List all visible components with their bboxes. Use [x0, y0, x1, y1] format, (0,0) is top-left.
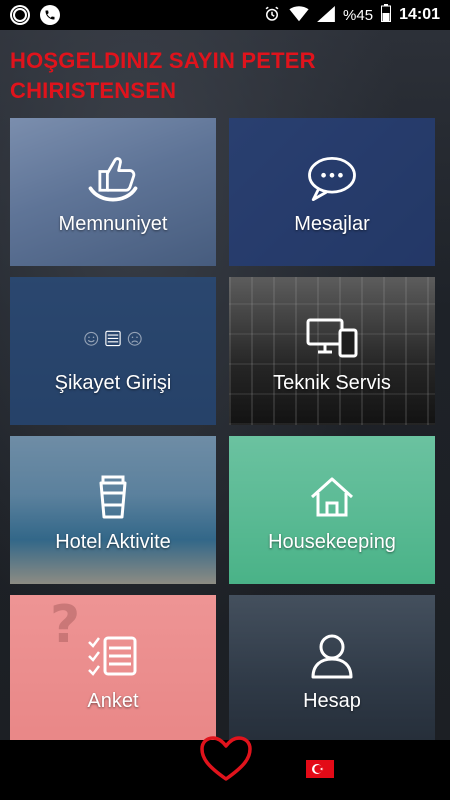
- thumbs-up-smile-icon: [83, 149, 143, 209]
- turkey-flag-icon[interactable]: [306, 760, 334, 778]
- battery-icon: [381, 4, 392, 26]
- checklist-icon: [83, 626, 143, 686]
- tile-hotel-aktivite[interactable]: Hotel Aktivite: [10, 436, 216, 584]
- tile-hesap[interactable]: Hesap: [229, 595, 435, 743]
- tile-teknik-servis[interactable]: Teknik Servis: [229, 277, 435, 425]
- tile-label: Mesajlar: [294, 212, 370, 235]
- tile-label: Teknik Servis: [273, 371, 391, 394]
- greeting-title: HOŞGELDINIZ SAYIN PETER CHIRISTENSEN: [10, 48, 316, 103]
- tile-label: Memnuniyet: [58, 212, 168, 235]
- wifi-icon: [289, 5, 309, 25]
- complaint-form-icon: [83, 308, 143, 368]
- tile-label: Housekeeping: [268, 530, 396, 553]
- user-icon: [302, 626, 362, 686]
- home-icon: [302, 467, 362, 527]
- tile-mesajlar[interactable]: Mesajlar: [229, 118, 435, 266]
- battery-level: %45: [343, 6, 374, 24]
- tile-label: Hotel Aktivite: [55, 530, 171, 553]
- tile-housekeeping[interactable]: Housekeeping: [229, 436, 435, 584]
- tile-memnuniyet[interactable]: Memnuniyet: [10, 118, 216, 266]
- clock: 14:01: [399, 6, 440, 23]
- status-bar: %45 14:01: [0, 0, 450, 30]
- coffee-cup-icon: [83, 467, 143, 527]
- signal-icon: [317, 5, 335, 25]
- tile-label: Anket: [87, 689, 139, 712]
- chat-bubble-icon: [302, 149, 362, 209]
- tile-label: Hesap: [303, 689, 361, 712]
- tile-sikayet-girisi[interactable]: Şikayet Girişi: [10, 277, 216, 425]
- devices-icon: [302, 308, 362, 368]
- tile-label: Şikayet Girişi: [54, 371, 172, 394]
- tile-anket[interactable]: ? Anket: [10, 595, 216, 743]
- alarm-icon: [263, 5, 281, 26]
- phone-icon: [40, 5, 60, 25]
- heart-icon[interactable]: [199, 735, 253, 783]
- record-icon: [10, 5, 30, 25]
